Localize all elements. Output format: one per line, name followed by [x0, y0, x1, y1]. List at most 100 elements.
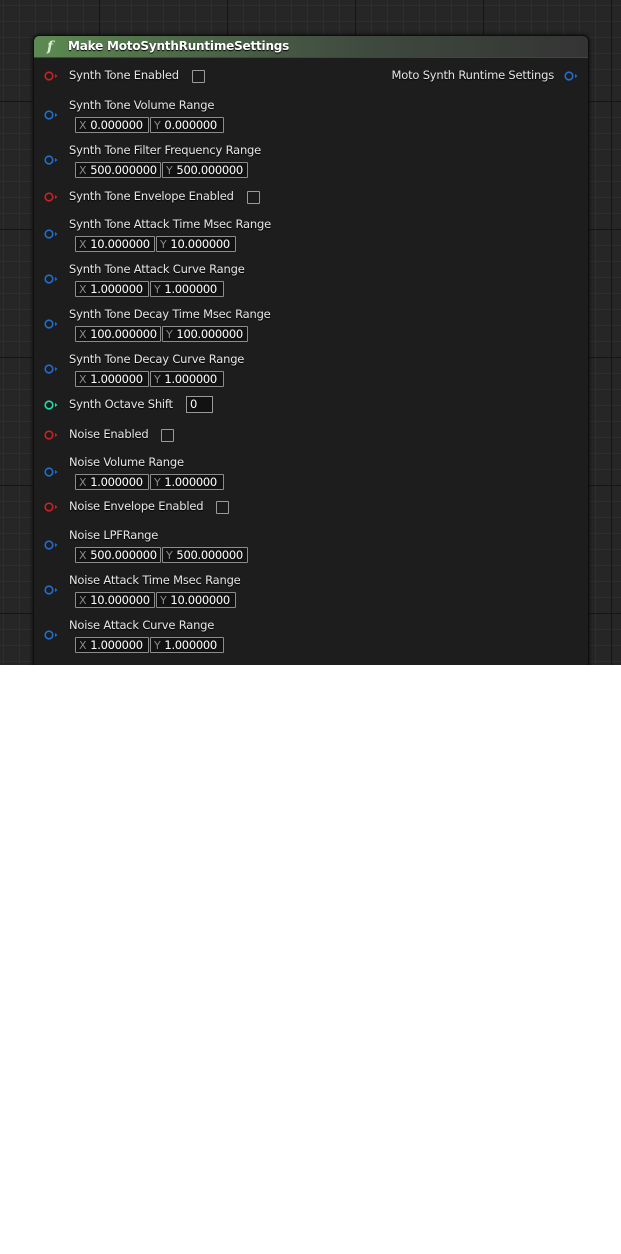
- x-axis-label: X: [79, 548, 87, 562]
- input-pin-icon[interactable]: [44, 630, 58, 640]
- x-axis-label: X: [79, 163, 87, 177]
- blueprint-graph-canvas[interactable]: f Make MotoSynthRuntimeSettings Moto Syn…: [0, 0, 621, 665]
- vector2d-editor: X 0.000000 Y 0.000000: [75, 117, 224, 133]
- vector2d-editor: X 1.000000 Y 1.000000: [75, 474, 224, 490]
- y-value: 0.000000: [164, 118, 217, 132]
- y-axis-label: Y: [166, 163, 173, 177]
- input-pin-icon[interactable]: [44, 502, 58, 512]
- x-axis-label: X: [79, 475, 87, 489]
- y-value: 1.000000: [164, 638, 217, 652]
- x-value-field[interactable]: X 10.000000: [75, 236, 155, 252]
- x-value-field[interactable]: X 1.000000: [75, 637, 149, 653]
- y-value: 100.000000: [176, 327, 243, 341]
- pin-label: Synth Tone Decay Time Msec Range: [69, 307, 271, 321]
- x-value: 500.000000: [90, 163, 157, 177]
- y-axis-label: Y: [154, 282, 161, 296]
- pin-label: Synth Tone Attack Time Msec Range: [69, 217, 271, 231]
- pin-label: Synth Octave Shift: [69, 397, 173, 411]
- x-value-field[interactable]: X 1.000000: [75, 281, 149, 297]
- pin-label: Noise Volume Range: [69, 455, 184, 469]
- y-value-field[interactable]: Y 1.000000: [150, 281, 224, 297]
- pin-label: Noise LPFRange: [69, 528, 159, 542]
- input-pin-icon[interactable]: [44, 192, 58, 202]
- vector2d-editor: X 1.000000 Y 1.000000: [75, 371, 224, 387]
- input-pin-icon[interactable]: [44, 364, 58, 374]
- y-axis-label: Y: [154, 638, 161, 652]
- y-value-field[interactable]: Y 500.000000: [162, 547, 248, 563]
- output-pin-label: Moto Synth Runtime Settings: [391, 68, 555, 82]
- x-value-field[interactable]: X 0.000000: [75, 117, 149, 133]
- node-title: Make MotoSynthRuntimeSettings: [68, 39, 290, 53]
- output-pin-icon[interactable]: [564, 71, 578, 81]
- x-value-field[interactable]: X 10.000000: [75, 592, 155, 608]
- pin-label: Synth Tone Volume Range: [69, 98, 215, 112]
- y-value-field[interactable]: Y 500.000000: [162, 162, 248, 178]
- pin-label: Synth Tone Attack Curve Range: [69, 262, 245, 276]
- y-value: 10.000000: [170, 593, 230, 607]
- y-axis-label: Y: [160, 593, 167, 607]
- input-pin-icon[interactable]: [44, 400, 58, 410]
- function-icon: f: [47, 39, 54, 55]
- x-axis-label: X: [79, 237, 87, 251]
- x-value: 500.000000: [90, 548, 157, 562]
- x-value-field[interactable]: X 1.000000: [75, 474, 149, 490]
- input-pin-icon[interactable]: [44, 71, 58, 81]
- y-value: 500.000000: [176, 548, 243, 562]
- input-pin-icon[interactable]: [44, 467, 58, 477]
- make-moto-synth-runtime-settings-node[interactable]: f Make MotoSynthRuntimeSettings Moto Syn…: [33, 35, 589, 665]
- y-value: 1.000000: [164, 372, 217, 386]
- y-value: 500.000000: [176, 163, 243, 177]
- x-axis-label: X: [79, 593, 87, 607]
- pin-label: Noise Envelope Enabled: [69, 499, 204, 513]
- y-value-field[interactable]: Y 100.000000: [162, 326, 248, 342]
- input-pin-icon[interactable]: [44, 430, 58, 440]
- pin-checkbox[interactable]: [161, 429, 174, 442]
- x-axis-label: X: [79, 118, 87, 132]
- x-value: 1.000000: [90, 638, 143, 652]
- y-axis-label: Y: [154, 475, 161, 489]
- x-value: 1.000000: [90, 475, 143, 489]
- pin-label: Noise Enabled: [69, 427, 149, 441]
- x-axis-label: X: [79, 638, 87, 652]
- octave-shift-input[interactable]: 0: [186, 396, 213, 413]
- input-pin-icon[interactable]: [44, 229, 58, 239]
- y-axis-label: Y: [160, 237, 167, 251]
- x-value: 1.000000: [90, 282, 143, 296]
- y-value-field[interactable]: Y 0.000000: [150, 117, 224, 133]
- x-value-field[interactable]: X 500.000000: [75, 162, 161, 178]
- pin-checkbox[interactable]: [216, 501, 229, 514]
- y-value-field[interactable]: Y 1.000000: [150, 474, 224, 490]
- input-pin-icon[interactable]: [44, 155, 58, 165]
- pin-label: Synth Tone Decay Curve Range: [69, 352, 245, 366]
- input-pin-icon[interactable]: [44, 585, 58, 595]
- y-value-field[interactable]: Y 1.000000: [150, 371, 224, 387]
- y-value-field[interactable]: Y 1.000000: [150, 637, 224, 653]
- y-axis-label: Y: [166, 327, 173, 341]
- y-value-field[interactable]: Y 10.000000: [156, 592, 236, 608]
- vector2d-editor: X 1.000000 Y 1.000000: [75, 281, 224, 297]
- x-axis-label: X: [79, 282, 87, 296]
- x-value-field[interactable]: X 500.000000: [75, 547, 161, 563]
- vector2d-editor: X 10.000000 Y 10.000000: [75, 236, 236, 252]
- input-pin-icon[interactable]: [44, 319, 58, 329]
- y-value-field[interactable]: Y 10.000000: [156, 236, 236, 252]
- pin-checkbox[interactable]: [192, 70, 205, 83]
- node-header[interactable]: f Make MotoSynthRuntimeSettings: [34, 36, 588, 58]
- x-value: 1.000000: [90, 372, 143, 386]
- vector2d-editor: X 500.000000 Y 500.000000: [75, 162, 248, 178]
- y-value: 10.000000: [170, 237, 230, 251]
- vector2d-editor: X 10.000000 Y 10.000000: [75, 592, 236, 608]
- x-value-field[interactable]: X 1.000000: [75, 371, 149, 387]
- input-pin-icon[interactable]: [44, 110, 58, 120]
- input-pin-icon[interactable]: [44, 540, 58, 550]
- pin-label: Noise Attack Curve Range: [69, 618, 215, 632]
- pin-checkbox[interactable]: [247, 191, 260, 204]
- vector2d-editor: X 100.000000 Y 100.000000: [75, 326, 248, 342]
- y-axis-label: Y: [154, 372, 161, 386]
- pin-label: Synth Tone Filter Frequency Range: [69, 143, 262, 157]
- input-pin-icon[interactable]: [44, 274, 58, 284]
- y-value: 1.000000: [164, 475, 217, 489]
- x-value: 0.000000: [90, 118, 143, 132]
- x-value-field[interactable]: X 100.000000: [75, 326, 161, 342]
- pin-label: Synth Tone Envelope Enabled: [69, 189, 234, 203]
